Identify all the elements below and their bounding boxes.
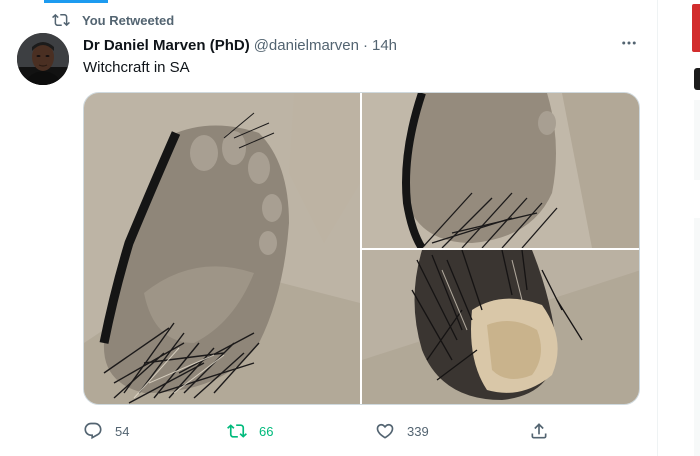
right-rail-panel-2 <box>694 218 700 456</box>
avatar-photo <box>17 33 69 85</box>
tweet-media-grid <box>83 92 640 405</box>
retweet-icon <box>227 424 247 438</box>
separator-dot: · <box>362 36 368 54</box>
footprint-photo-2 <box>362 93 639 248</box>
tweet-text: Witchcraft in SA <box>83 59 190 76</box>
right-rail-thumbnail[interactable] <box>692 4 700 52</box>
tweet-actions: 54 66 339 <box>83 418 553 444</box>
media-photo-2[interactable] <box>362 93 639 248</box>
footprint-photo-3 <box>362 250 639 404</box>
active-tab-indicator <box>44 0 108 3</box>
share-button[interactable] <box>529 418 561 444</box>
reply-icon <box>84 422 102 440</box>
share-icon <box>531 423 547 439</box>
social-context-label: You Retweeted <box>82 12 175 28</box>
right-rail-edge <box>690 0 700 456</box>
author-display-name[interactable]: Dr Daniel Marven (PhD) <box>83 37 250 54</box>
tweet-timeline-view: You Retweeted Dr Daniel Marven (PhD) @da… <box>0 0 700 456</box>
reply-button[interactable]: 54 <box>83 418 129 444</box>
social-context[interactable]: You Retweeted <box>52 10 174 30</box>
like-count: 339 <box>407 423 429 439</box>
like-button[interactable]: 339 <box>375 418 429 444</box>
tweet-header: Dr Daniel Marven (PhD) @danielmarven · 1… <box>83 35 397 55</box>
reply-count: 54 <box>115 423 130 439</box>
right-rail-panel <box>694 100 700 180</box>
timeline-column-border <box>657 0 658 456</box>
right-rail-thumbnail-2[interactable] <box>694 68 700 90</box>
media-photo-3[interactable] <box>362 250 639 404</box>
tweet-timestamp[interactable]: 14h <box>372 37 397 54</box>
avatar[interactable] <box>17 33 69 85</box>
retweet-button[interactable]: 66 <box>227 418 273 444</box>
more-horizontal-icon <box>622 41 636 45</box>
retweet-icon <box>52 13 70 27</box>
footprint-photo-1 <box>84 93 360 404</box>
author-handle[interactable]: @danielmarven <box>254 37 359 54</box>
heart-icon <box>376 423 394 439</box>
retweet-count: 66 <box>259 423 274 439</box>
more-options-button[interactable] <box>614 32 644 54</box>
media-photo-1[interactable] <box>84 93 360 404</box>
